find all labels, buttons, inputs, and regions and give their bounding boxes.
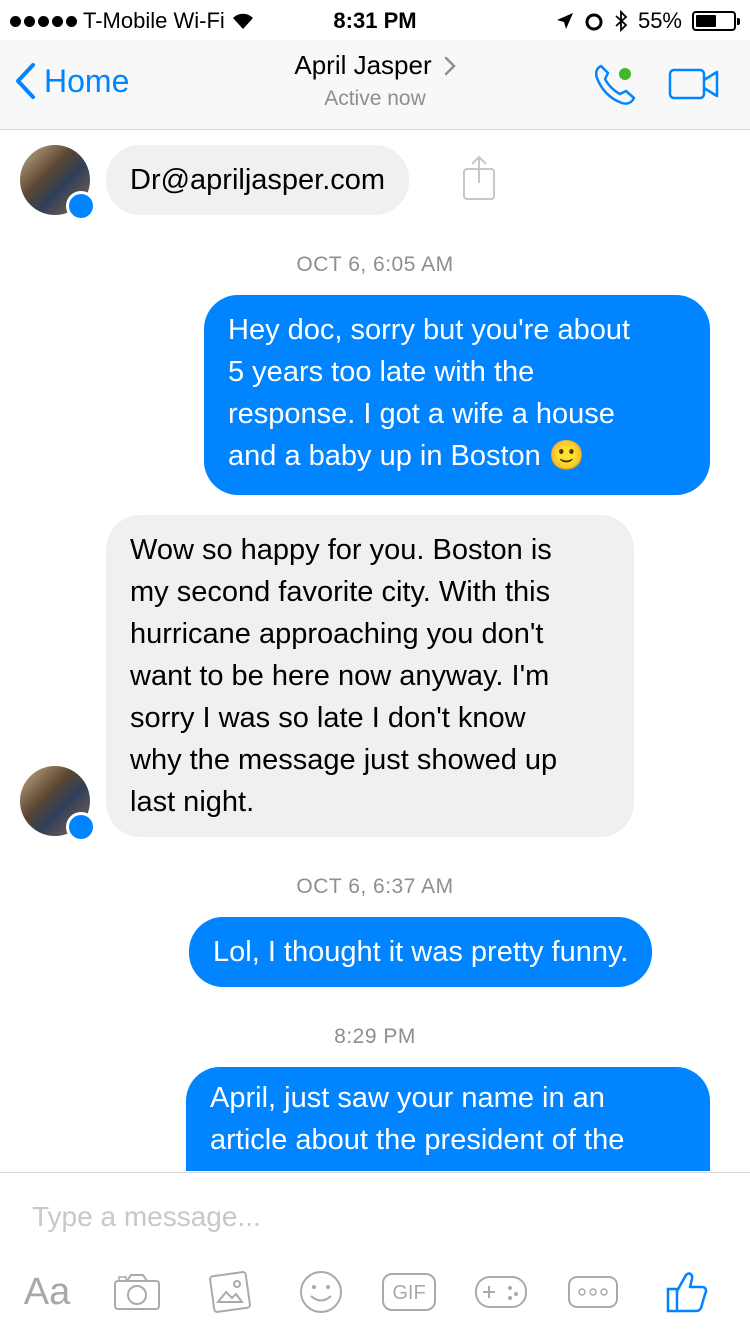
more-button[interactable] <box>566 1267 620 1317</box>
battery-fill <box>696 15 716 27</box>
message-text: Dr@apriljasper.com <box>130 164 386 196</box>
games-button[interactable] <box>474 1267 528 1317</box>
phone-call-icon[interactable] <box>592 62 638 108</box>
message-bubble-incoming[interactable]: Dr@apriljasper.com <box>106 145 410 215</box>
message-line: last night. <box>130 786 255 818</box>
camera-icon <box>114 1274 160 1310</box>
gif-button[interactable]: GIF <box>380 1267 438 1317</box>
contact-avatar[interactable] <box>20 145 96 221</box>
location-arrow-icon <box>556 13 573 29</box>
message-line: my second favorite city. With this <box>130 576 551 608</box>
like-button[interactable] <box>660 1267 714 1317</box>
message-line: 5 years too late with the <box>228 356 535 388</box>
text-format-button[interactable]: Aa <box>20 1267 74 1317</box>
more-icon <box>568 1276 618 1308</box>
game-controller-icon <box>475 1276 527 1308</box>
message-text: Lol, I thought it was pretty funny. <box>213 936 629 968</box>
battery-icon <box>692 11 740 31</box>
contact-name-row[interactable]: April Jasper <box>294 50 456 81</box>
message-line: hurricane approaching you don't <box>130 618 544 650</box>
bluetooth-icon <box>615 10 628 32</box>
message-bubble-incoming[interactable]: Wow so happy for you. Boston is my secon… <box>106 515 634 837</box>
battery-percent: 55% <box>637 8 682 33</box>
messenger-badge-icon <box>66 191 96 221</box>
gif-label: GIF <box>392 1282 425 1304</box>
message-line: want to be here now anyway. I'm <box>130 660 550 692</box>
nav-bar: Home April Jasper Active now <box>0 40 750 130</box>
chevron-right-icon <box>444 56 456 75</box>
composer-toolbar: Aa GIF <box>0 1267 750 1317</box>
message-composer: Type a message... Aa GIF <box>0 1172 750 1334</box>
text-format-icon: Aa <box>23 1270 71 1313</box>
message-timestamp: OCT 6, 6:05 AM <box>296 253 454 276</box>
camera-button[interactable] <box>112 1267 162 1317</box>
alarm-icon <box>585 13 603 31</box>
contact-name: April Jasper <box>294 50 432 80</box>
status-bar: T-Mobile Wi-Fi 8:31 PM 55% <box>0 0 750 40</box>
message-line: sorry I was so late I don't know <box>130 702 526 734</box>
message-timestamp: 8:29 PM <box>334 1025 416 1048</box>
contact-avatar[interactable] <box>20 766 96 842</box>
message-bubble-outgoing[interactable]: Hey doc, sorry but you're about 5 years … <box>204 295 710 495</box>
photo-icon <box>209 1271 251 1313</box>
thumbs-up-icon <box>666 1272 708 1313</box>
video-call-icon[interactable] <box>668 68 720 100</box>
message-line: April, just saw your name in an <box>210 1082 605 1114</box>
message-line: and a baby up in Boston 🙂 <box>228 440 585 472</box>
message-bubble-outgoing[interactable]: Lol, I thought it was pretty funny. <box>189 917 653 987</box>
status-right: 55% <box>556 8 740 34</box>
message-line: response. I got a wife a house <box>228 398 615 430</box>
messenger-badge-icon <box>66 812 96 842</box>
message-line: article about the president of the <box>210 1124 625 1156</box>
gif-icon: GIF <box>382 1273 436 1311</box>
message-line: Hey doc, sorry but you're about <box>228 314 631 346</box>
emoji-icon <box>300 1271 342 1313</box>
message-bubble-outgoing[interactable]: April, just saw your name in an article … <box>186 1067 710 1171</box>
message-thread[interactable]: Dr@apriljasper.com OCT 6, 6:05 AM Hey do… <box>0 131 750 1171</box>
emoji-button[interactable] <box>296 1267 346 1317</box>
share-icon[interactable] <box>462 155 496 201</box>
photo-button[interactable] <box>204 1267 254 1317</box>
message-line: Wow so happy for you. Boston is <box>130 534 552 566</box>
message-line: why the message just showed up <box>130 744 558 776</box>
message-input[interactable]: Type a message... <box>32 1201 261 1233</box>
message-timestamp: OCT 6, 6:37 AM <box>296 875 454 898</box>
